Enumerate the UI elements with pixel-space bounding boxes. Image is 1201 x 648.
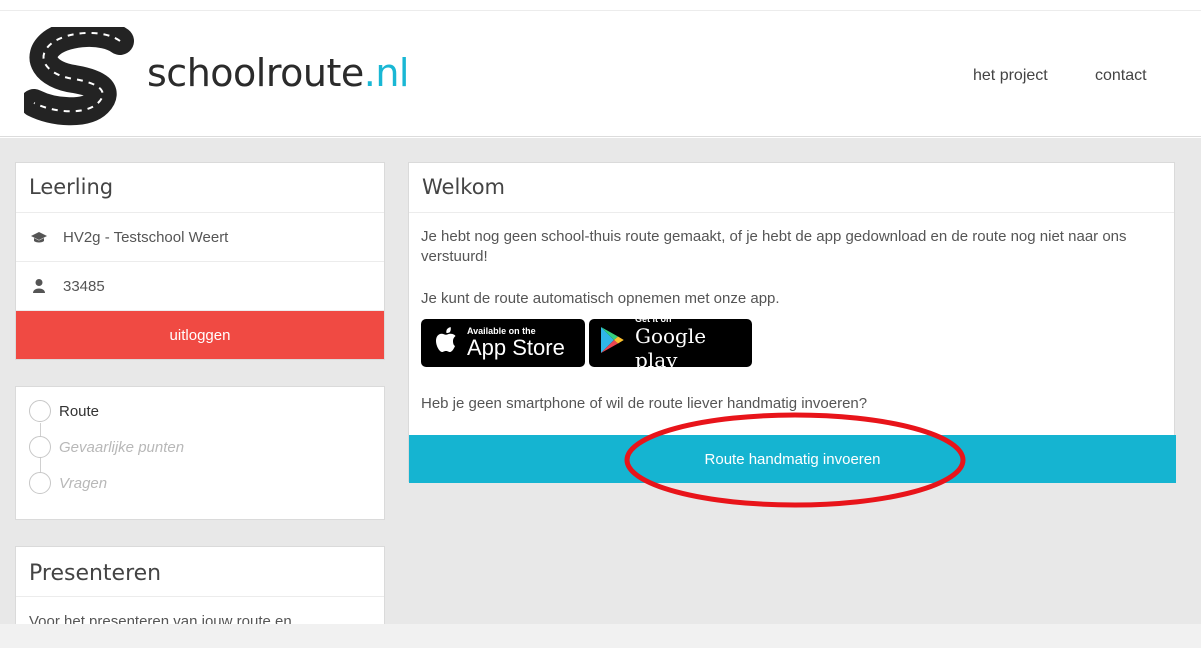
- student-panel-title: Leerling: [16, 163, 384, 213]
- welcome-paragraph-3: Heb je geen smartphone of wil de route l…: [421, 395, 868, 412]
- main-area: Leerling HV2g - Testschool Weert 33485 u…: [0, 138, 1201, 636]
- class-school-row: HV2g - Testschool Weert: [16, 213, 384, 262]
- site-header: schoolroute.nl het project contact: [0, 11, 1201, 137]
- welcome-panel: Welkom Je hebt nog geen school-thuis rou…: [408, 162, 1176, 483]
- student-panel: Leerling HV2g - Testschool Weert 33485 u…: [15, 162, 385, 360]
- app-store-big-text: App Store: [467, 335, 565, 360]
- site-logo-text[interactable]: schoolroute.nl: [147, 51, 409, 95]
- logout-button[interactable]: uitloggen: [16, 311, 384, 359]
- present-panel: Presenteren Voor het presenteren van jou…: [15, 546, 385, 636]
- store-badges: Available on the App Store Get it on Goo…: [421, 314, 1162, 372]
- step-label: Vragen: [59, 474, 108, 492]
- step-circle-icon: [29, 436, 51, 458]
- google-play-badge[interactable]: Get it on Google play: [589, 314, 752, 372]
- step-label: Route: [59, 402, 100, 420]
- student-id-row: 33485: [16, 262, 384, 311]
- step-circle-icon: [29, 472, 51, 494]
- step-route[interactable]: Route: [29, 399, 99, 423]
- graduation-cap-icon: [29, 229, 49, 245]
- step-label: Gevaarlijke punten: [59, 438, 185, 456]
- nav-het-project[interactable]: het project: [973, 67, 1048, 85]
- route-manual-entry-button[interactable]: Route handmatig invoeren: [409, 435, 1176, 483]
- logo-tld: .nl: [363, 51, 410, 95]
- footer-strip: [0, 624, 1201, 648]
- google-play-big-text: Google play: [635, 324, 707, 372]
- step-vragen: Vragen: [29, 471, 107, 495]
- google-play-small-text: Get it on: [635, 314, 672, 324]
- logo-name: schoolroute: [147, 51, 364, 95]
- user-icon: [29, 278, 49, 294]
- top-strip: [0, 0, 1201, 11]
- step-circle-icon: [29, 400, 51, 422]
- app-store-badge[interactable]: Available on the App Store: [421, 319, 585, 367]
- student-id-text: 33485: [63, 277, 105, 295]
- welcome-panel-title: Welkom: [409, 163, 1174, 213]
- welcome-paragraph-1: Je hebt nog geen school-thuis route gema…: [421, 228, 1127, 265]
- welcome-paragraph-2: Je kunt de route automatisch opnemen met…: [421, 290, 780, 307]
- nav-contact[interactable]: contact: [1095, 67, 1147, 85]
- road-s-logo-icon[interactable]: [24, 27, 136, 127]
- google-play-icon: [599, 326, 625, 360]
- step-gevaarlijke-punten: Gevaarlijke punten: [29, 435, 184, 459]
- class-school-text: HV2g - Testschool Weert: [63, 228, 229, 246]
- present-panel-title: Presenteren: [16, 547, 384, 597]
- progress-steps-panel: Route Gevaarlijke punten Vragen: [15, 386, 385, 520]
- apple-icon: [435, 327, 457, 359]
